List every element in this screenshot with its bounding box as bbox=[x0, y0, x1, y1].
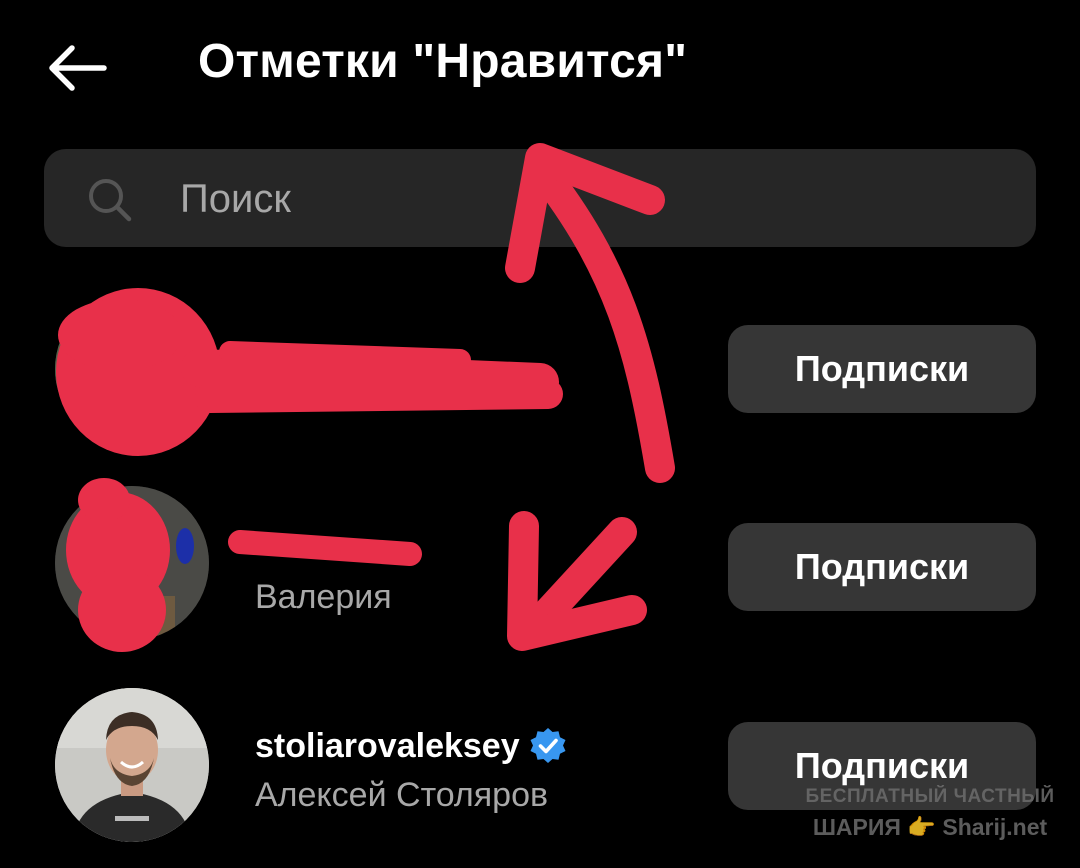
watermark-site: Sharij.net bbox=[942, 814, 1048, 840]
back-button[interactable] bbox=[40, 38, 112, 98]
username-row: stoliarovaleksey bbox=[255, 726, 568, 766]
username[interactable]: stoliarovaleksey bbox=[255, 727, 520, 766]
watermark: БЕСПЛАТНЫЙ ЧАСТНЫЙ ШАРИЯ 👉 Sharij.net bbox=[800, 786, 1060, 841]
pointing-hand-icon: 👉 bbox=[907, 814, 936, 840]
header: Отметки "Нравится" bbox=[0, 0, 1080, 135]
page-title: Отметки "Нравится" bbox=[198, 35, 688, 88]
avatar[interactable] bbox=[55, 688, 209, 842]
watermark-brand: ШАРИЯ bbox=[812, 814, 901, 840]
following-button[interactable]: Подписки bbox=[728, 523, 1036, 611]
back-arrow-icon bbox=[49, 45, 107, 91]
verified-badge-icon bbox=[530, 728, 566, 763]
watermark-line1: БЕСПЛАТНЫЙ ЧАСТНЫЙ bbox=[805, 786, 1055, 807]
watermark-line2: ШАРИЯ 👉 Sharij.net bbox=[800, 814, 1060, 841]
list-item[interactable]: Подписки bbox=[0, 286, 1080, 466]
following-button[interactable]: Подписки bbox=[728, 325, 1036, 413]
avatar[interactable] bbox=[55, 292, 209, 446]
list-item[interactable]: Валерия Подписки bbox=[0, 486, 1080, 666]
search-icon bbox=[89, 179, 132, 222]
search-input[interactable] bbox=[178, 170, 882, 228]
avatar[interactable] bbox=[55, 486, 209, 640]
full-name: Валерия bbox=[255, 578, 392, 616]
full-name: Алексей Столяров bbox=[255, 776, 549, 814]
